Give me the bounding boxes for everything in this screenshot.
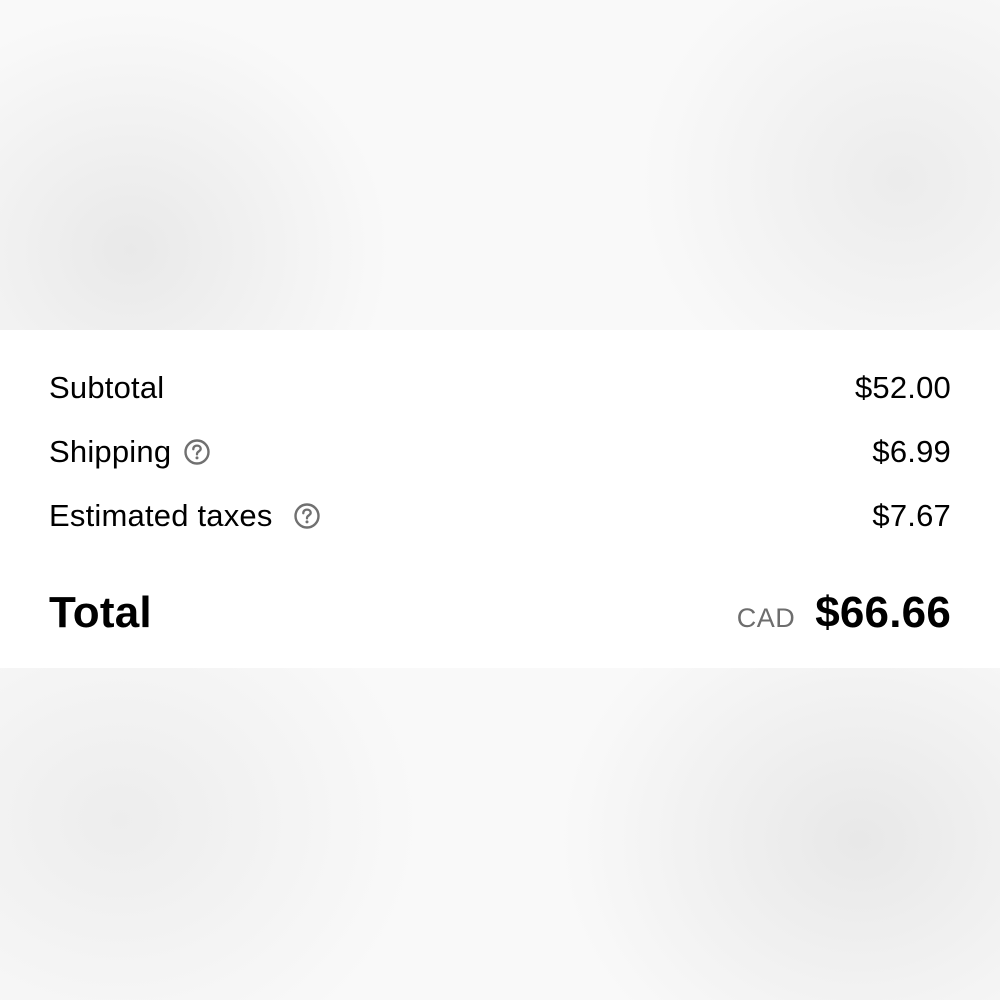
checkout-page: { "order_summary": { "subtotal": { "labe…	[0, 0, 1000, 1000]
shipping-row: Shipping $6.99	[49, 434, 951, 470]
total-amount-group: CAD $66.66	[737, 588, 951, 638]
order-summary-panel: Subtotal $52.00 Shipping $6.99 Estimated…	[0, 330, 1000, 668]
total-value: $66.66	[815, 588, 951, 637]
taxes-help-icon[interactable]	[293, 502, 321, 530]
shipping-label: Shipping	[49, 434, 172, 469]
subtotal-row: Subtotal $52.00	[49, 370, 951, 406]
shipping-value: $6.99	[872, 434, 951, 469]
total-label: Total	[49, 588, 152, 637]
shipping-help-icon[interactable]	[183, 438, 211, 466]
taxes-label: Estimated taxes	[49, 498, 273, 533]
taxes-label-group: Estimated taxes	[49, 498, 321, 534]
taxes-value: $7.67	[872, 498, 951, 533]
subtotal-value: $52.00	[854, 370, 951, 405]
total-row: Total CAD $66.66	[49, 588, 951, 638]
taxes-row: Estimated taxes $7.67	[49, 498, 951, 534]
shipping-label-group: Shipping	[49, 434, 211, 470]
currency-code: CAD	[736, 603, 796, 633]
subtotal-label: Subtotal	[49, 370, 165, 405]
